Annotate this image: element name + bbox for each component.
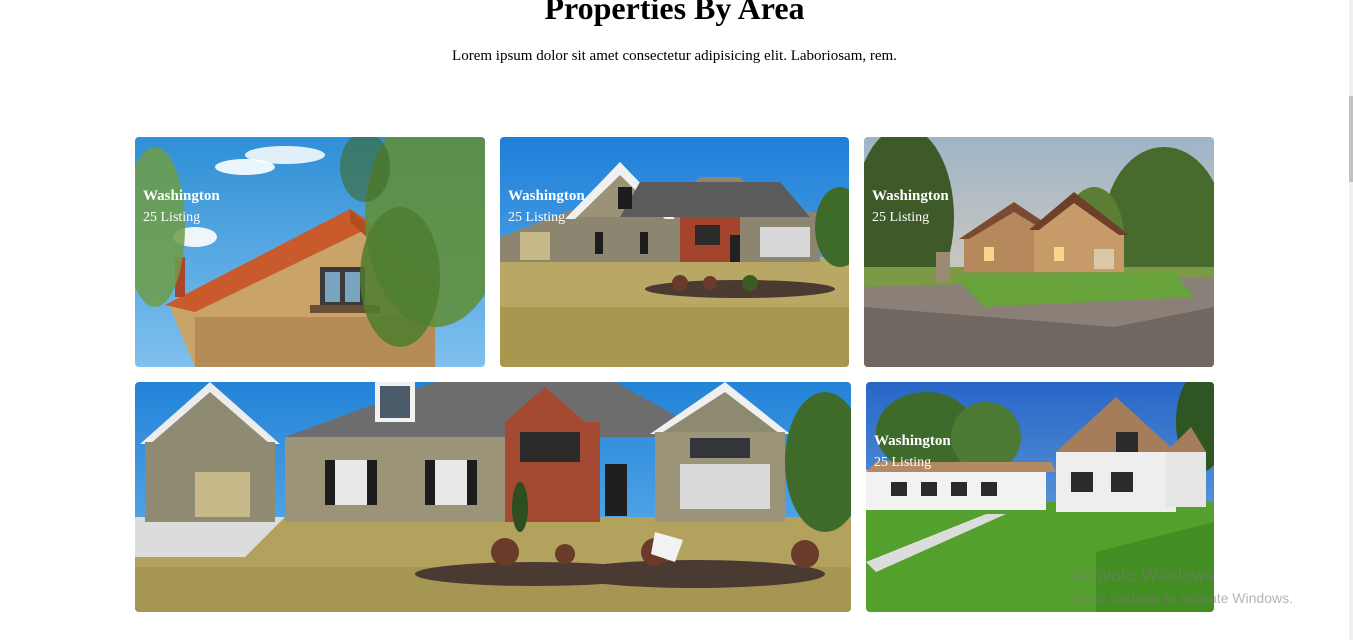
property-photo	[864, 137, 1214, 367]
property-photo	[135, 137, 485, 367]
vertical-scrollbar[interactable]	[1349, 0, 1353, 640]
card-city: Washington	[143, 188, 220, 204]
section-subtitle: Lorem ipsum dolor sit amet consectetur a…	[452, 48, 897, 64]
watermark-subtitle: Go to Settings to activate Windows.	[1072, 590, 1293, 606]
card-listing-count: 25 Listing	[872, 210, 930, 225]
card-listing-count: 25 Listing	[143, 210, 201, 225]
area-card-4[interactable]	[135, 382, 851, 612]
property-photo	[500, 137, 849, 367]
card-city: Washington	[874, 433, 951, 449]
section-title: Properties By Area	[544, 0, 805, 26]
watermark-title: Activate Windows	[1072, 565, 1215, 585]
card-city: Washington	[508, 188, 585, 204]
page: Properties By Area Lorem ipsum dolor sit…	[0, 0, 1353, 640]
area-card-1[interactable]: Washington 25 Listing	[135, 137, 485, 367]
card-city: Washington	[872, 188, 949, 204]
area-card-3[interactable]: Washington 25 Listing	[864, 137, 1214, 367]
property-photo	[135, 382, 851, 612]
card-listing-count: 25 Listing	[874, 455, 932, 470]
scrollbar-thumb[interactable]	[1349, 96, 1353, 182]
card-caption: Washington 25 Listing	[508, 187, 585, 228]
card-caption: Washington 25 Listing	[143, 187, 220, 228]
card-caption: Washington 25 Listing	[872, 187, 949, 228]
card-caption: Washington 25 Listing	[874, 432, 951, 473]
area-card-2[interactable]: Washington 25 Listing	[500, 137, 849, 367]
card-listing-count: 25 Listing	[508, 210, 566, 225]
activate-windows-watermark: Activate Windows Go to Settings to activ…	[1072, 564, 1293, 608]
